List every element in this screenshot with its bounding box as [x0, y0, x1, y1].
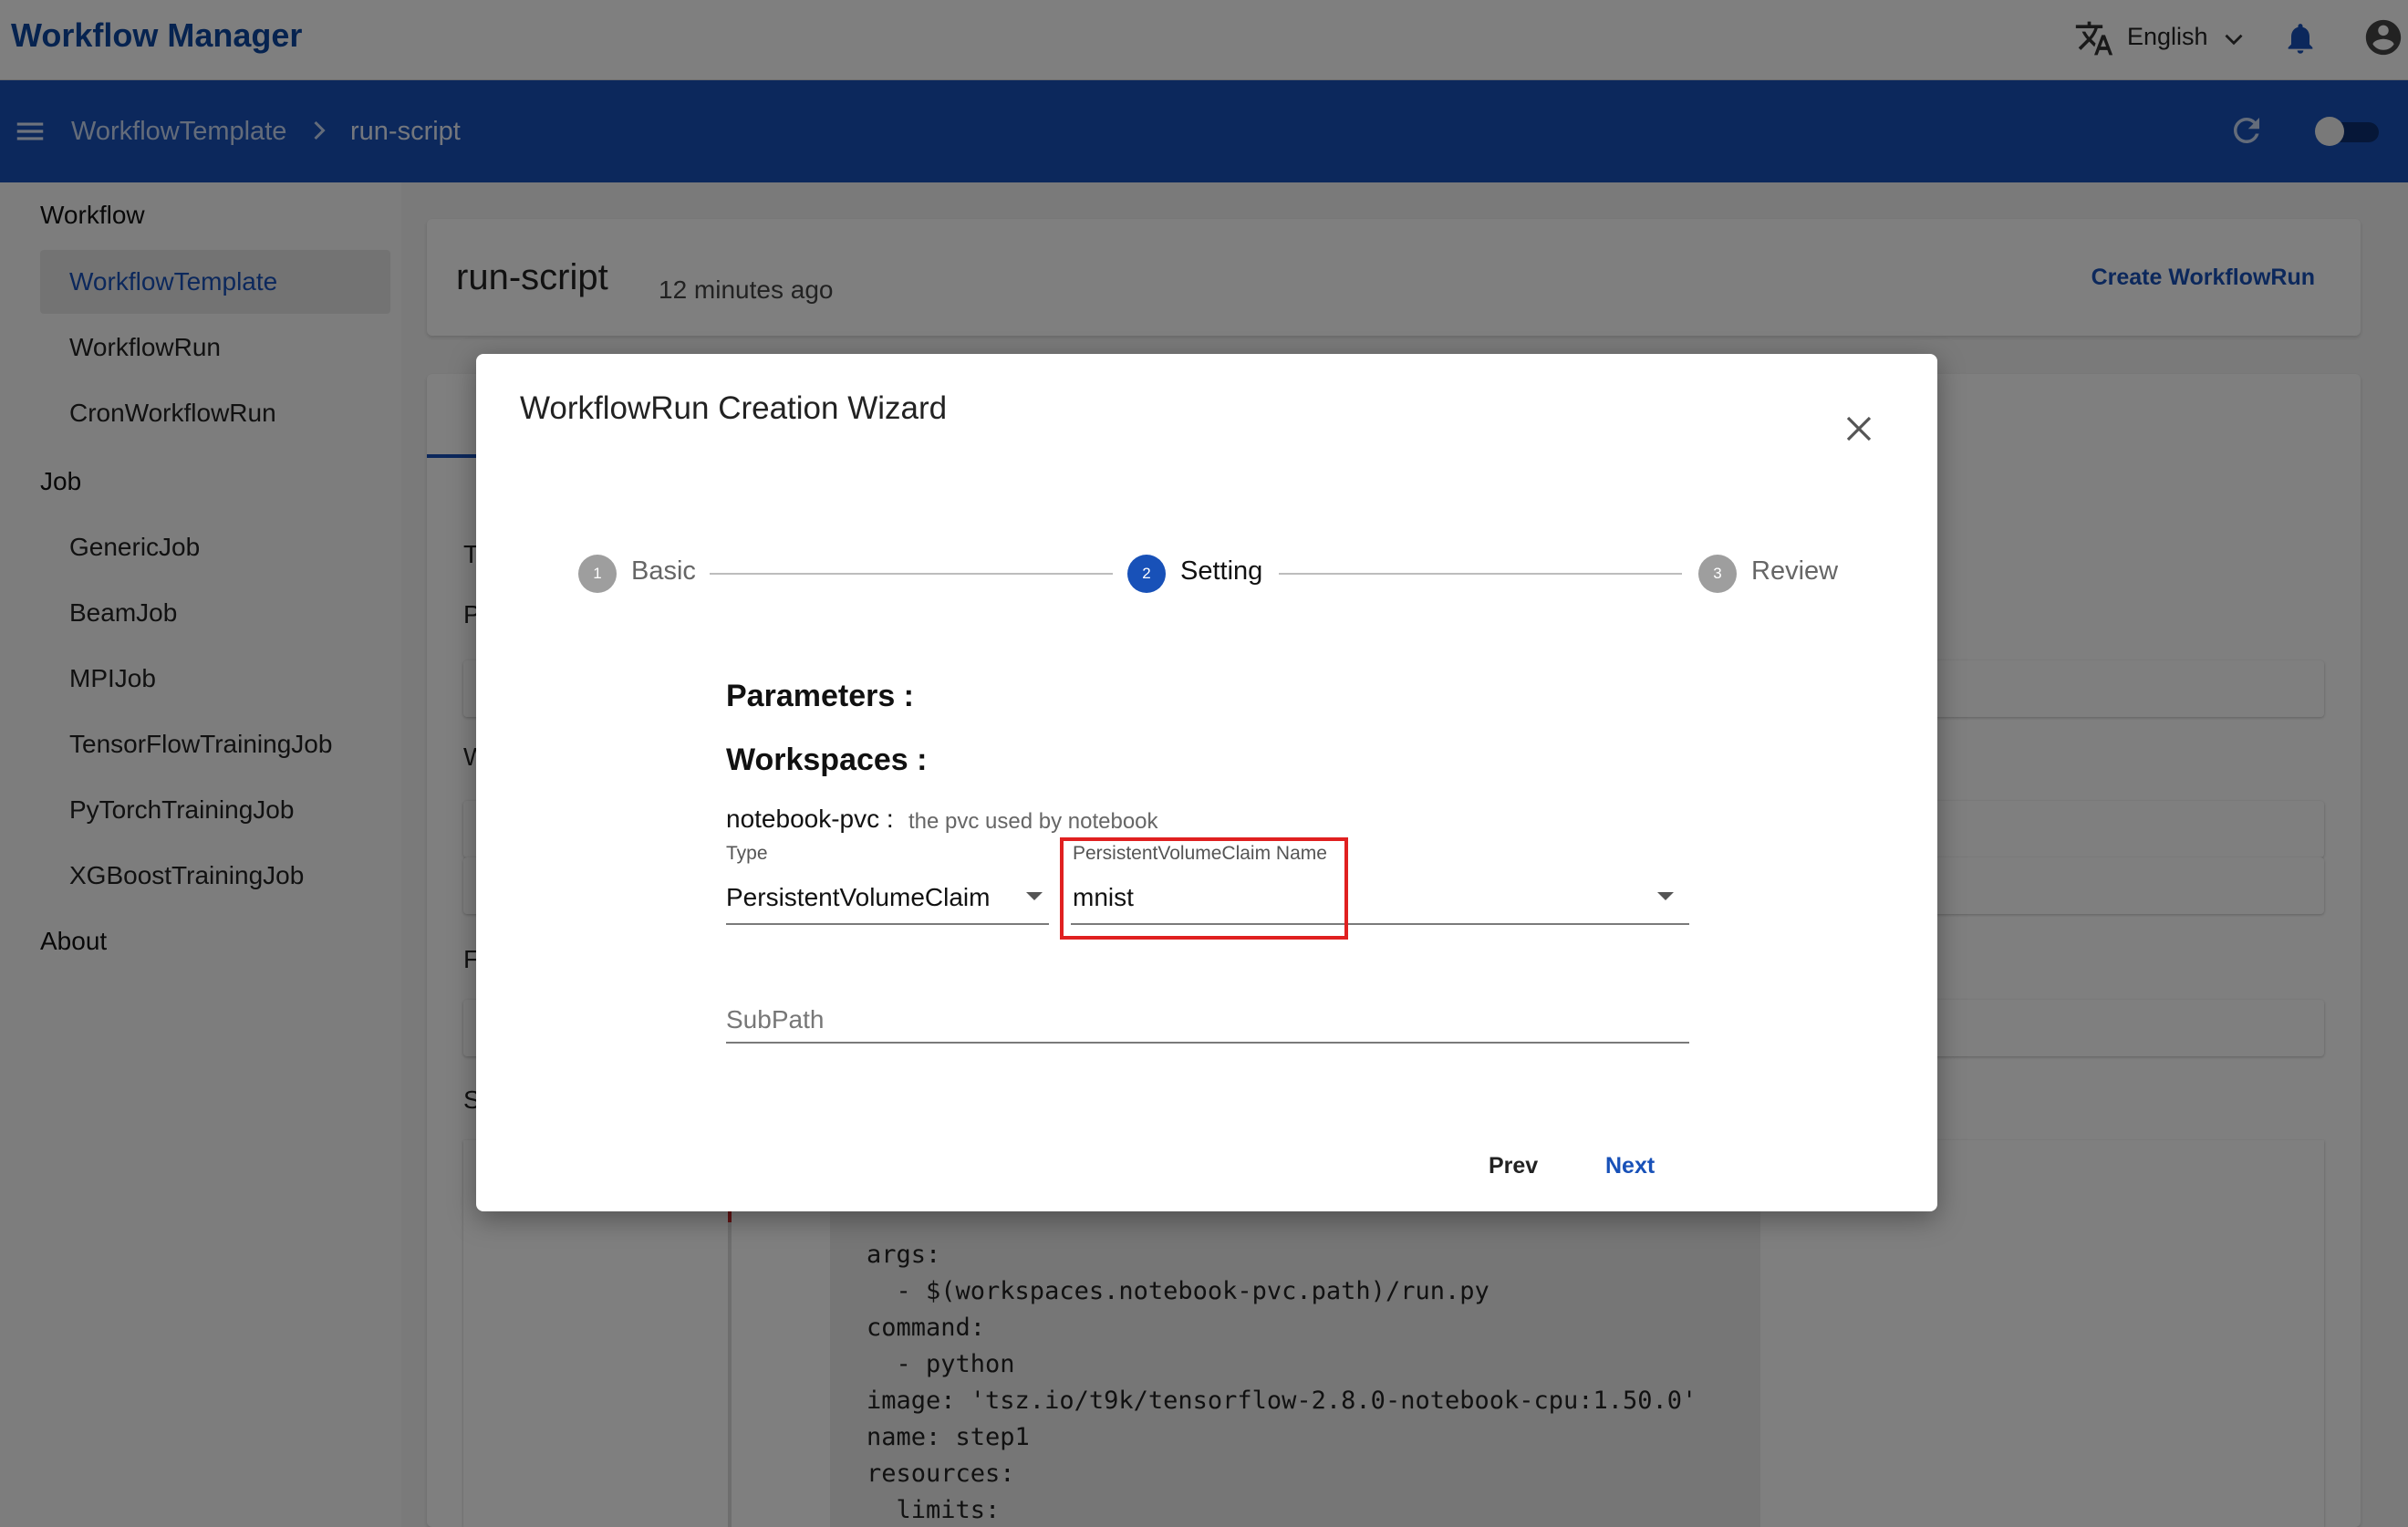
workflowrun-creation-dialog: WorkflowRun Creation Wizard 1 Basic 2 Se… — [476, 354, 1937, 1211]
type-field-label: Type — [726, 843, 768, 864]
step-setting-label: Setting — [1180, 556, 1263, 586]
subpath-underline — [726, 1042, 1689, 1044]
step-1-circle: 1 — [578, 555, 617, 593]
step-3-circle: 3 — [1698, 555, 1737, 593]
type-select[interactable]: PersistentVolumeClaim — [726, 883, 990, 912]
step-2-circle: 2 — [1127, 555, 1166, 593]
step-connector — [710, 573, 1113, 575]
subpath-input[interactable]: SubPath — [726, 1005, 824, 1034]
workspace-name: notebook-pvc : — [726, 805, 894, 833]
dialog-title: WorkflowRun Creation Wizard — [520, 390, 948, 426]
type-dropdown-arrow[interactable] — [1026, 892, 1043, 900]
workspace-description: the pvc used by notebook — [908, 809, 1158, 834]
highlight-annotation-box — [1060, 837, 1348, 940]
step-basic-label: Basic — [631, 556, 696, 586]
pvc-dropdown-arrow[interactable] — [1657, 892, 1674, 900]
type-field-underline — [726, 923, 1049, 925]
step-connector — [1279, 573, 1682, 575]
step-review-label: Review — [1751, 556, 1839, 586]
workspaces-heading: Workspaces : — [726, 743, 928, 777]
close-icon[interactable] — [1837, 407, 1881, 451]
parameters-heading: Parameters : — [726, 679, 915, 713]
prev-button[interactable]: Prev — [1489, 1153, 1538, 1179]
next-button[interactable]: Next — [1605, 1153, 1655, 1179]
